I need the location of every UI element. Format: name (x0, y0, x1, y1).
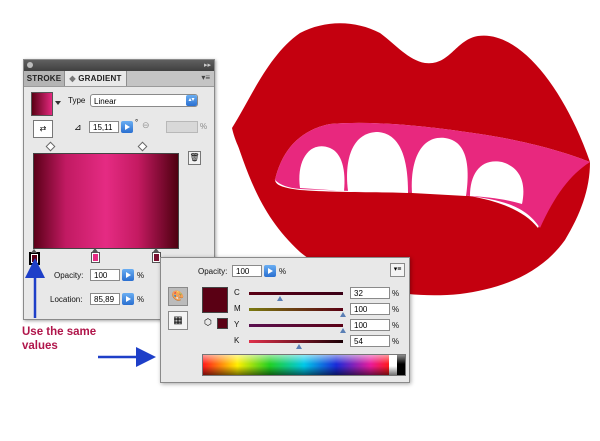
annotation-arrows (25, 258, 156, 367)
